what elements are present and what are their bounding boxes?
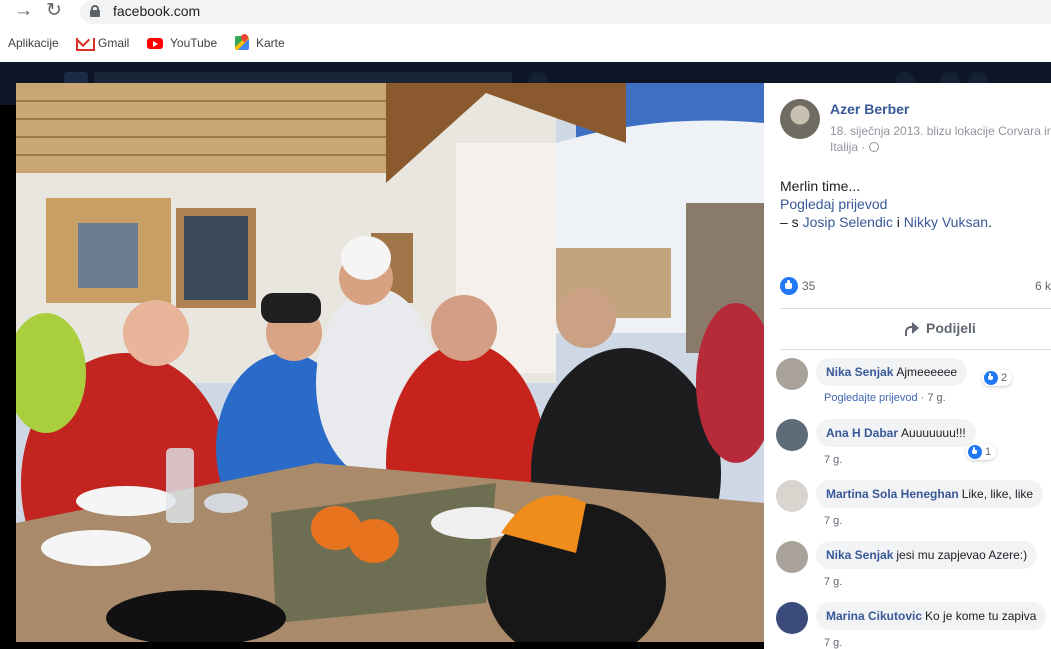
bookmark-label: YouTube	[170, 36, 218, 50]
maps-icon	[235, 36, 249, 50]
tagged-person-link[interactable]: Nikky Vuksan	[904, 214, 988, 230]
comment-actions: 7 g.	[824, 515, 842, 527]
comment-bubble: Marina Cikutovic Ko je kome tu zapiva	[816, 602, 1047, 630]
comment-text: jesi mu zapjevao Azere:)	[896, 548, 1028, 562]
tagged-prefix: – s	[780, 214, 803, 230]
comment-time[interactable]: 7 g.	[824, 637, 842, 649]
comment-actions: Pogledajte prijevod · 7 g.	[824, 392, 946, 404]
lock-icon	[90, 5, 100, 17]
bookmark-gmail[interactable]: Gmail	[76, 36, 130, 51]
youtube-icon	[147, 37, 163, 49]
comment-text: Like, like, like	[961, 487, 1034, 501]
commenter-avatar[interactable]	[776, 541, 808, 573]
comment-bubble: Martina Sola Heneghan Like, like, like	[816, 480, 1044, 508]
like-icon	[780, 277, 798, 295]
forward-icon[interactable]: →	[14, 1, 33, 21]
commenter-name[interactable]: Martina Sola Heneghan	[826, 487, 959, 501]
address-bar[interactable]: facebook.com	[80, 0, 1051, 24]
reload-icon[interactable]: ↻	[46, 1, 62, 21]
comment-time[interactable]: · 7 g.	[918, 392, 946, 404]
bookmark-label: Aplikacije	[8, 36, 59, 50]
post-date-location[interactable]: 18. siječnja 2013. blizu lokacije Corvar…	[830, 124, 1051, 138]
tagged-person-link[interactable]: Josip Selendic	[803, 214, 893, 230]
reaction-count: 2	[1001, 372, 1008, 384]
commenter-name[interactable]: Marina Cikutovic	[826, 609, 922, 623]
bookmarks-bar: Aplikacije Gmail YouTube Karte	[0, 25, 1051, 62]
photo-illustration	[16, 83, 764, 642]
commenter-name[interactable]: Nika Senjak	[826, 365, 893, 379]
author-avatar[interactable]	[780, 99, 820, 139]
share-icon	[904, 321, 920, 336]
bookmark-apps[interactable]: Aplikacije	[8, 36, 59, 50]
bookmark-youtube[interactable]: YouTube	[147, 36, 217, 50]
comment-text: Auuuuuuu!!!	[901, 426, 966, 440]
url-text: facebook.com	[113, 3, 201, 19]
comment-actions: 7 g.	[824, 454, 842, 466]
commenter-name[interactable]: Ana H Dabar	[826, 426, 898, 440]
commenter-avatar[interactable]	[776, 602, 808, 634]
comment-count[interactable]: 6 k	[1035, 279, 1051, 293]
comment-reactions[interactable]: 1	[966, 444, 997, 460]
globe-icon	[868, 142, 879, 152]
see-translation-link[interactable]: Pogledaj prijevod	[780, 195, 992, 213]
commenter-avatar[interactable]	[776, 419, 808, 451]
reaction-count: 1	[985, 446, 992, 458]
comment-time[interactable]: 7 g.	[824, 454, 842, 466]
bookmark-label: Karte	[256, 36, 285, 50]
post-country: Italija ·	[830, 140, 866, 154]
commenter-avatar[interactable]	[776, 358, 808, 390]
post-sidebar: Azer Berber 18. siječnja 2013. blizu lok…	[764, 83, 1051, 649]
comment-text: Ajmeeeeee	[896, 365, 958, 379]
share-label: Podijeli	[926, 320, 976, 336]
post-photo[interactable]	[16, 83, 764, 642]
post-meta: 18. siječnja 2013. blizu lokacije Corvar…	[830, 123, 1051, 155]
bookmark-maps[interactable]: Karte	[235, 36, 285, 50]
comment-bubble: Nika Senjak Ajmeeeeee	[816, 358, 968, 386]
commenter-avatar[interactable]	[776, 480, 808, 512]
tagged-line: – s Josip Selendic i Nikky Vuksan.	[780, 213, 992, 231]
comment-reactions[interactable]: 2	[982, 370, 1013, 386]
comment-bubble: Ana H Dabar Auuuuuuu!!!	[816, 419, 976, 447]
bookmark-label: Gmail	[98, 36, 130, 50]
tagged-and: i	[892, 214, 904, 230]
commenter-name[interactable]: Nika Senjak	[826, 548, 893, 562]
post-text-block: Merlin time... Pogledaj prijevod – s Jos…	[780, 177, 992, 231]
like-count: 35	[802, 279, 816, 293]
share-button[interactable]: Podijeli	[904, 320, 976, 336]
comment-text: Ko je kome tu zapiva	[925, 609, 1037, 623]
author-name[interactable]: Azer Berber	[830, 101, 909, 117]
divider	[780, 308, 1051, 309]
see-translation-link[interactable]: Pogledajte prijevod	[824, 392, 918, 404]
comment-actions: 7 g.	[824, 576, 842, 588]
like-summary[interactable]: 35	[780, 277, 815, 295]
comment-actions: 7 g.	[824, 637, 842, 649]
comment-time[interactable]: 7 g.	[824, 515, 842, 527]
like-icon	[968, 445, 982, 459]
gmail-icon	[76, 37, 95, 51]
post-caption: Merlin time...	[780, 178, 861, 194]
tagged-suffix: .	[988, 214, 992, 230]
comment-time[interactable]: 7 g.	[824, 576, 842, 588]
comment-bubble: Nika Senjak jesi mu zapjevao Azere:)	[816, 541, 1038, 569]
like-icon	[984, 371, 998, 385]
browser-toolbar: → ↻ facebook.com	[0, 0, 1051, 25]
divider	[780, 349, 1051, 350]
